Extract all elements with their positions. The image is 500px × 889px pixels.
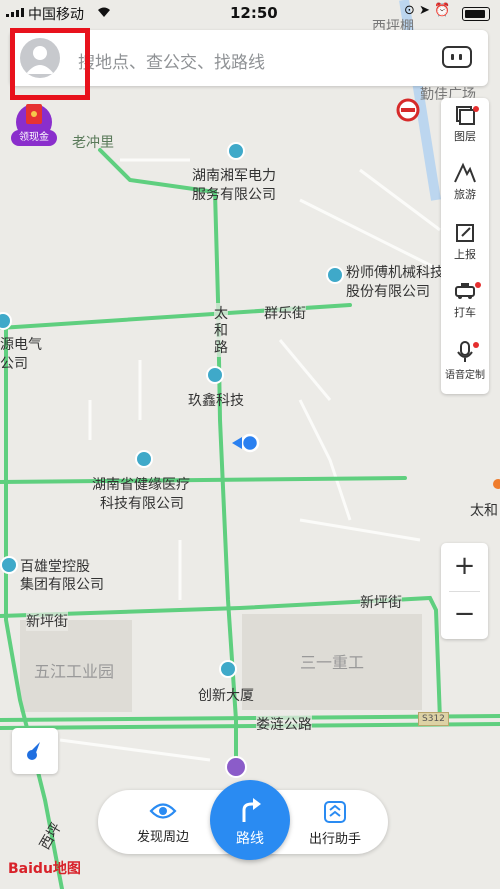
locate-button[interactable]: [12, 728, 58, 774]
assistant-label: 出行助手: [308, 832, 361, 847]
highlight-annotation: [10, 28, 90, 100]
place-label: 湖南省健缘医疗: [92, 477, 190, 493]
highway-badge: S312: [418, 712, 449, 726]
place-label: 源电气: [0, 337, 42, 353]
taxi-button[interactable]: 打车: [441, 274, 489, 330]
zoom-out-button[interactable]: −: [441, 591, 488, 639]
place-label: 公司: [0, 356, 28, 372]
report-button[interactable]: 上报: [441, 216, 489, 272]
notification-dot: [475, 282, 481, 288]
poi-marker[interactable]: [0, 556, 18, 574]
place-label: 百雄堂控股: [20, 559, 90, 575]
red-envelope-icon: [16, 104, 52, 140]
baidu-map-logo: Baidu地图: [8, 861, 81, 877]
route-button[interactable]: 路线: [210, 780, 290, 860]
zoom-in-button[interactable]: +: [441, 543, 488, 591]
taxi-label: 打车: [454, 306, 476, 319]
poi-marker[interactable]: [326, 266, 344, 284]
place-label: 老冲里: [72, 135, 114, 151]
voice-button[interactable]: 语音定制: [441, 334, 489, 390]
taxi-icon: [455, 283, 475, 299]
lock-rotation-icon: ⊙: [404, 3, 415, 18]
notification-dot: [473, 106, 479, 112]
notification-dot: [473, 342, 479, 348]
place-label: 科技有限公司: [100, 496, 184, 512]
route-label: 路线: [236, 831, 264, 847]
poi-marker[interactable]: [135, 450, 153, 468]
place-label: 湖南湘军电力: [192, 168, 276, 184]
travel-button[interactable]: 旅游: [441, 156, 489, 212]
discover-button[interactable]: 发现周边: [118, 800, 208, 845]
poi-marker[interactable]: [227, 142, 245, 160]
layers-label: 图层: [454, 130, 476, 143]
travel-assistant-icon: [324, 801, 346, 823]
side-toolbar: 图层 旅游 上报 打车 语音定制: [441, 98, 489, 394]
compass-icon: [27, 742, 40, 760]
status-bar: 中国移动 12:50 ⊙ ➤ ⏰: [0, 0, 500, 26]
travel-icon: [454, 162, 476, 183]
place-label: 集团有限公司: [20, 577, 104, 593]
road-label: 娄涟公路: [256, 714, 312, 734]
eye-icon: [149, 803, 177, 819]
promo-cash-button[interactable]: 领现金: [8, 102, 60, 148]
place-label: 太和: [470, 503, 498, 519]
route-arrow-icon: [242, 798, 261, 822]
report-icon: [456, 224, 474, 242]
place-label: 创新大厦: [198, 688, 254, 704]
poi-marker[interactable]: [206, 366, 224, 384]
place-label: 服务有限公司: [192, 187, 276, 203]
assistant-button[interactable]: 出行助手: [290, 800, 380, 847]
zoom-control: + −: [441, 543, 488, 639]
promo-label: 领现金: [11, 130, 57, 146]
road-label: 新坪街: [26, 611, 68, 631]
area-label: 三一重工: [300, 653, 365, 672]
place-label: 粉师傅机械科技: [346, 265, 444, 281]
signal-icon: [6, 8, 24, 17]
clock: 12:50: [230, 4, 278, 22]
road-label: 新坪街: [360, 592, 402, 612]
place-label: 玖鑫科技: [188, 393, 244, 409]
discover-label: 发现周边: [136, 830, 189, 845]
carrier-label: 中国移动: [28, 7, 84, 23]
area-label: 五江工业园: [34, 662, 115, 681]
wifi-icon: [98, 7, 110, 17]
ar-scan-icon[interactable]: [442, 46, 472, 68]
place-label: 股份有限公司: [346, 284, 430, 300]
location-arrow-icon: ➤: [419, 3, 430, 18]
status-icons: ⊙ ➤ ⏰: [404, 3, 450, 18]
road-label: 群乐街: [264, 303, 306, 323]
layers-button[interactable]: 图层: [441, 98, 489, 154]
search-input[interactable]: 搜地点、查公交、找路线: [78, 48, 265, 73]
battery-icon: [462, 7, 490, 21]
travel-label: 旅游: [454, 188, 476, 201]
report-label: 上报: [454, 248, 476, 261]
road-label: 路: [214, 337, 228, 357]
poi-marker[interactable]: [219, 660, 237, 678]
voice-label: 语音定制: [445, 370, 485, 381]
alarm-icon: ⏰: [434, 3, 451, 18]
